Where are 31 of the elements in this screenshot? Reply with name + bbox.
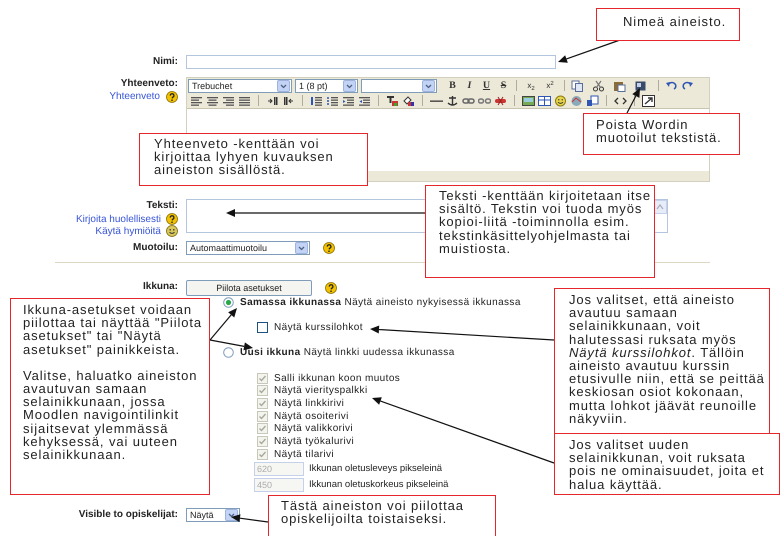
checkbox-label: Näytä linkkirivi [274,396,344,411]
checkbox-label: Näytä osoiterivi [274,410,349,424]
select-value: Näytä [190,509,214,521]
input-label: Ikkunan oletuskorkeus pikseleinä [309,478,448,492]
field-label: Muotoilu: [133,241,178,255]
callout-text: Poista Wordin muotoilut tekstistä. [596,118,723,144]
select-value: Trebuchet [192,80,232,92]
field-label: Teksti: [146,199,178,213]
callout-text: Teksti -kenttään kirjoitetaan itse sisältö. Tekstin voi tuoda myös kopioi-liitä -toiminnolla esim. tekstinkäsittelyohjelmasta tai muistiosta. [439,189,652,256]
checkbox-label: Näytä vierityspalkki [274,384,368,398]
checkbox-label: Näytä tilarivi [274,448,334,462]
checkbox-label: Näytä valikkorivi [274,422,354,436]
option-label: Samassa ikkunassa Näytä aineisto nykyisessä ikkunassa [240,296,521,310]
callout-text: Tästä aineiston voi piilottaa opiskelijoilta toistaiseksi. [281,499,465,526]
callout-text: Jos valitset uuden selainikkunan, voit ruksata pois ne ominaisuudet, joita et halua käyttää. [569,438,766,491]
option-label: Uusi ikkuna Näytä linkki uudessa ikkunassa [240,346,455,360]
checkbox-label: Näytä kurssilohkot [274,320,363,335]
field-label: Ikkuna: [142,280,178,294]
callout-text: Valitse, haluatko aineiston avautuvan samaan selainikkunaan, jossa Moodlen navigointilinkit sijaitsevat ylemmässä kehyksessä, vai uuteen selainikkunaan. [23,368,198,462]
select-value: Automaattimuotoilu [190,242,268,254]
callout-text: Jos valitset, että aineisto avautuu samaan selainikkunaan, voit halutessasi ruksata myös Näytä kurssilohkot. Tällöin aineisto avautuu kurssin etusivulle niin, että se peittää keskiosan osiot kokonaan, mutta lohkot jäävät reunoille näkyviin. [569,293,766,426]
field-label: Nimi: [153,55,178,69]
input-label: Ikkunan oletusleveys pikseleinä [309,462,442,476]
field-label: Yhteenveto: [120,77,178,91]
callout-text: Nimeä aineisto. [623,15,728,28]
checkbox-label: Salli ikkunan koon muutos [274,372,400,386]
callout-text: Ikkuna-asetukset voidaan piilottaa tai näyttää "Piilota asetukset" tai "Näytä asetukset" painikkeista. [23,303,204,356]
checkbox-label: Näytä työkalurivi [274,434,354,449]
select-value: 1 (8 pt) [299,80,328,92]
callout-text: Yhteenveto -kenttään voi kirjoittaa lyhyen kuvauksen aineiston sisällöstä. [154,137,335,177]
field-label: Visible to opiskelijat: [78,508,178,522]
